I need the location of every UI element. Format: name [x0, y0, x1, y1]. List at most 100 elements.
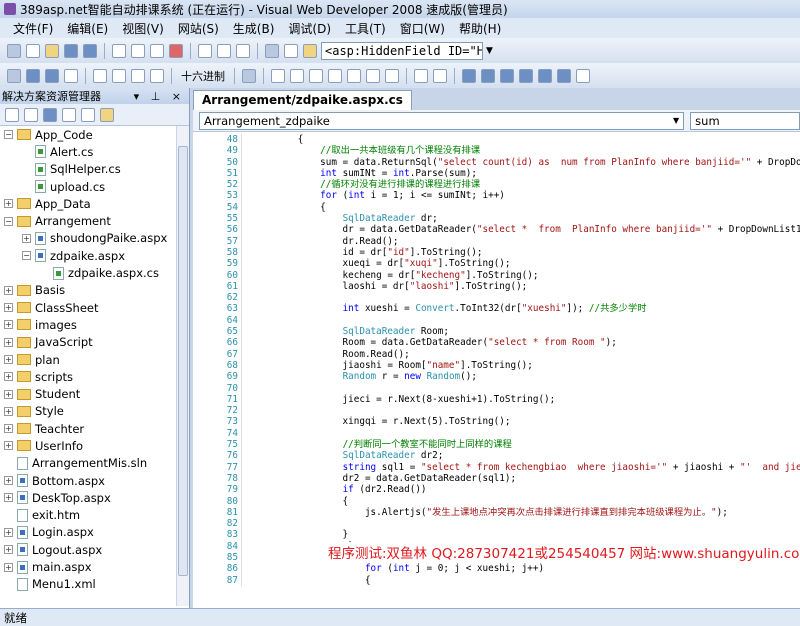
menu-item[interactable]: 编辑(E) [60, 20, 115, 37]
step-into-icon[interactable] [112, 68, 126, 83]
expand-icon[interactable]: + [4, 303, 13, 313]
bookmark-icon[interactable] [462, 68, 476, 83]
expand-icon[interactable]: + [4, 493, 13, 503]
continue-icon[interactable] [7, 68, 21, 83]
tree-item[interactable]: + ClassSheet [0, 299, 176, 316]
hex-display-button[interactable]: 十六进制 [178, 68, 228, 84]
next-bookmark-icon[interactable] [500, 68, 514, 83]
tree-item[interactable]: SqlHelper.cs [0, 161, 176, 178]
navigate-back-icon[interactable] [7, 43, 21, 58]
menu-item[interactable]: 帮助(H) [452, 20, 508, 37]
tree-item[interactable]: + shoudongPaike.aspx [0, 230, 176, 247]
tree-item[interactable]: + Student [0, 385, 176, 402]
expand-icon[interactable]: + [4, 476, 13, 486]
step-out-icon[interactable] [150, 68, 164, 83]
delete-icon[interactable] [169, 43, 183, 58]
show-next-statement-icon[interactable] [93, 68, 107, 83]
tree-item[interactable]: + App_Data [0, 195, 176, 212]
undo-icon[interactable] [198, 43, 212, 58]
comment-icon[interactable] [414, 68, 428, 83]
expand-icon[interactable]: + [4, 285, 13, 295]
menu-item[interactable]: 网站(S) [171, 20, 226, 37]
expand-icon[interactable]: + [4, 355, 13, 364]
menu-item[interactable]: 窗口(W) [393, 20, 452, 37]
expand-icon[interactable]: + [4, 337, 13, 347]
menu-item[interactable]: 工具(T) [338, 20, 393, 37]
open-file-icon[interactable] [45, 43, 59, 58]
menu-item[interactable]: 视图(V) [115, 20, 171, 37]
dropdown-arrow-icon[interactable]: ▼ [486, 46, 493, 56]
refresh-icon[interactable] [24, 107, 38, 122]
tab-zdpaike-aspx-cs[interactable]: Arrangement/zdpaike.aspx.cs [193, 90, 412, 110]
copy-icon[interactable] [131, 43, 145, 58]
tree-item[interactable]: + DeskTop.aspx [0, 489, 176, 506]
quick-info-icon[interactable] [328, 68, 342, 83]
tree-item[interactable]: + Login.aspx [0, 524, 176, 541]
outdent-icon[interactable] [385, 68, 399, 83]
member-combo[interactable]: sum [690, 111, 800, 130]
tree-scrollbar[interactable] [176, 126, 189, 606]
collapse-icon[interactable]: − [22, 251, 31, 261]
stop-icon[interactable] [45, 68, 59, 83]
menu-item[interactable]: 调试(D) [281, 20, 338, 37]
tree-item[interactable]: + scripts [0, 368, 176, 385]
clear-bookmarks-icon[interactable] [557, 68, 571, 83]
new-project-icon[interactable] [26, 43, 40, 58]
save-all-icon[interactable] [83, 43, 97, 58]
indent-icon[interactable] [366, 68, 380, 83]
tree-item[interactable]: Alert.cs [0, 143, 176, 160]
tree-item[interactable]: − zdpaike.aspx [0, 247, 176, 264]
expand-icon[interactable]: + [4, 527, 13, 537]
tree-item[interactable]: + images [0, 316, 176, 333]
tree-item[interactable]: + JavaScript [0, 334, 176, 351]
expand-icon[interactable]: + [4, 562, 13, 572]
navigate-icon[interactable] [236, 43, 250, 58]
element-combo[interactable]: <asp:HiddenField ID="HPag [321, 41, 483, 60]
pause-icon[interactable] [26, 68, 40, 83]
code-area[interactable]: 48 {49 //取出一共本班级有几个课程没有排课 50 sum = data.R… [193, 134, 800, 608]
tree-item[interactable]: + Bottom.aspx [0, 472, 176, 489]
scrollbar-thumb[interactable] [178, 146, 188, 576]
expand-icon[interactable]: + [4, 372, 13, 382]
breakpoints-icon[interactable] [242, 68, 256, 83]
tree-item[interactable]: + Style [0, 403, 176, 420]
parameter-info-icon[interactable] [309, 68, 323, 83]
tree-item[interactable]: − Arrangement [0, 212, 176, 229]
view-designer-icon[interactable] [100, 107, 114, 122]
tree-item[interactable]: Menu1.xml [0, 576, 176, 593]
menu-item[interactable]: 文件(F) [6, 20, 60, 37]
expand-icon[interactable]: + [4, 424, 13, 434]
tree-item[interactable]: upload.cs [0, 178, 176, 195]
show-all-files-icon[interactable] [43, 107, 57, 122]
tree-item[interactable]: + Teachter [0, 420, 176, 437]
prev-bookmark-folder-icon[interactable] [519, 68, 533, 83]
format-icon[interactable] [347, 68, 361, 83]
tree-item[interactable]: − App_Code [0, 126, 176, 143]
find-icon[interactable] [284, 43, 298, 58]
prev-bookmark-icon[interactable] [481, 68, 495, 83]
expand-icon[interactable]: + [4, 441, 13, 451]
redo-icon[interactable] [217, 43, 231, 58]
step-over-icon[interactable] [131, 68, 145, 83]
tree-item[interactable]: zdpaike.aspx.cs [0, 264, 176, 281]
tree-item[interactable]: + UserInfo [0, 437, 176, 454]
pane-controls[interactable]: ▾ ⊥ × [134, 90, 189, 103]
class-combo[interactable]: Arrangement_zdpaike ▼ [199, 111, 685, 130]
menu-item[interactable]: 生成(B) [226, 20, 282, 37]
collapse-icon[interactable]: − [4, 216, 13, 226]
paste-icon[interactable] [150, 43, 164, 58]
start-debugging-icon[interactable] [265, 43, 279, 58]
save-icon[interactable] [64, 43, 78, 58]
expand-icon[interactable]: + [22, 233, 31, 243]
tree-item[interactable]: exit.htm [0, 507, 176, 524]
tree-item[interactable]: + Logout.aspx [0, 541, 176, 558]
text-editor-icon[interactable] [271, 68, 285, 83]
nest-related-files-icon[interactable] [62, 107, 76, 122]
more-commands-icon[interactable] [576, 68, 590, 83]
expand-icon[interactable]: + [4, 406, 13, 416]
expand-icon[interactable]: + [4, 545, 13, 555]
view-code-icon[interactable] [81, 107, 95, 122]
cut-icon[interactable] [112, 43, 126, 58]
collapse-icon[interactable]: − [4, 130, 13, 140]
element-icon[interactable] [303, 43, 317, 58]
